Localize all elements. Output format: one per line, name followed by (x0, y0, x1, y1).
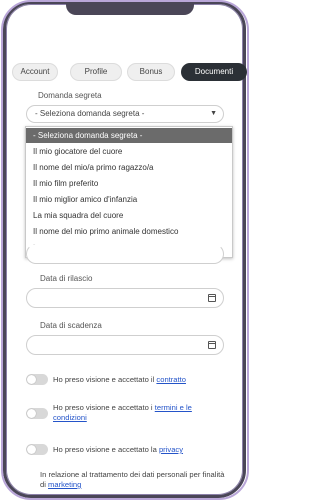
contract-consent-text: Ho preso visione e accettato il contratt… (53, 375, 223, 385)
hidden-field[interactable] (26, 244, 224, 264)
privacy-link[interactable]: privacy (159, 445, 183, 454)
contract-toggle[interactable] (26, 374, 48, 385)
dropdown-option[interactable]: - Seleziona domanda segreta - (26, 128, 232, 143)
security-question-dropdown: - Seleziona domanda segreta - Il mio gio… (25, 126, 233, 258)
consent-label: Ho preso visione e accettato la (53, 445, 159, 454)
contract-link[interactable]: contratto (156, 375, 186, 384)
expiry-date-label: Data di scadenza (40, 321, 102, 330)
privacy-toggle[interactable] (26, 444, 48, 455)
expiry-date-input[interactable] (26, 335, 224, 355)
terms-consent-text: Ho preso visione e accettato i termini e… (53, 403, 223, 423)
phone-notch (66, 4, 194, 15)
consent-label: Ho preso visione e accettato il (53, 375, 157, 384)
tab-profile[interactable]: Profile (70, 63, 122, 81)
dropdown-option[interactable]: Il mio film preferito (26, 176, 232, 191)
consent-label: Ho preso visione e accettato i (53, 403, 155, 412)
security-question-value: - Seleziona domanda segreta - (35, 109, 145, 118)
tab-bar: Account Profile Bonus Documenti (8, 63, 247, 81)
dropdown-option[interactable]: La mia squadra del cuore (26, 208, 232, 223)
toggle-knob (27, 375, 36, 384)
caret-down-icon: ▼ (210, 110, 217, 117)
security-question-label: Domanda segreta (38, 91, 102, 100)
issue-date-label: Data di rilascio (40, 274, 93, 283)
toggle-knob (27, 445, 36, 454)
calendar-icon[interactable] (208, 294, 216, 302)
tab-documenti[interactable]: Documenti (181, 63, 247, 81)
tab-account[interactable]: Account (12, 63, 58, 81)
terms-toggle[interactable] (26, 408, 48, 419)
privacy-consent-text: Ho preso visione e accettato la privacy (53, 445, 223, 455)
toggle-knob (27, 409, 36, 418)
screen: Account Profile Bonus Documenti Domanda … (0, 0, 250, 500)
marketing-paragraph: In relazione al trattamento dei dati per… (40, 470, 230, 490)
dropdown-option[interactable]: Il nome del mio/a primo ragazzo/a (26, 160, 232, 175)
calendar-icon[interactable] (208, 341, 216, 349)
dropdown-option[interactable]: Il nome del mio primo animale domestico (26, 224, 232, 239)
tab-bonus[interactable]: Bonus (127, 63, 175, 81)
marketing-link[interactable]: marketing (48, 480, 81, 489)
dropdown-option[interactable]: Il mio giocatore del cuore (26, 144, 232, 159)
issue-date-input[interactable] (26, 288, 224, 308)
security-question-select[interactable]: - Seleziona domanda segreta - ▼ (26, 105, 224, 123)
dropdown-option[interactable]: Il mio miglior amico d'infanzia (26, 192, 232, 207)
